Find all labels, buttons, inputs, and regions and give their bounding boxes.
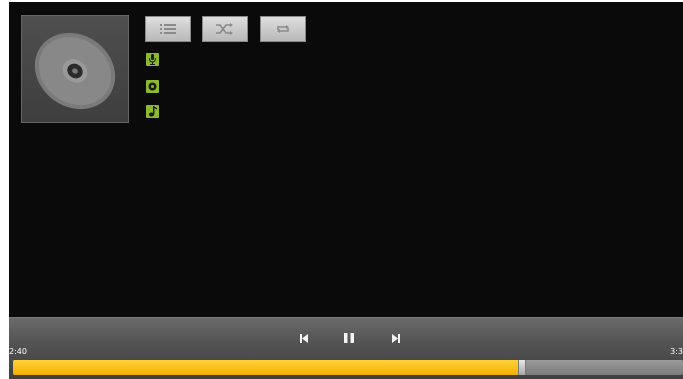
current-time: 2:40 xyxy=(9,347,27,356)
next-icon xyxy=(392,333,400,343)
music-note-icon xyxy=(146,105,159,118)
disc-icon xyxy=(34,32,116,110)
album-art xyxy=(21,15,129,123)
pause-icon xyxy=(344,333,354,343)
repeat-button[interactable] xyxy=(260,16,306,42)
playlist-button[interactable] xyxy=(145,16,191,42)
progress-fill xyxy=(13,360,519,375)
total-time: 3:3 xyxy=(670,347,683,356)
playback-panel: 2:40 3:3 xyxy=(9,317,683,379)
progress-bar[interactable] xyxy=(13,360,683,375)
microphone-icon xyxy=(146,53,159,66)
album-icon xyxy=(146,80,159,93)
previous-button[interactable] xyxy=(294,331,314,345)
previous-icon xyxy=(300,333,308,343)
progress-thumb[interactable] xyxy=(518,360,526,375)
playlist-icon xyxy=(160,24,176,34)
music-player-screen: 2:40 3:3 xyxy=(9,2,683,379)
pause-button[interactable] xyxy=(339,331,359,345)
shuffle-icon xyxy=(216,23,233,35)
shuffle-button[interactable] xyxy=(202,16,248,42)
next-button[interactable] xyxy=(386,331,406,345)
repeat-icon xyxy=(277,25,289,33)
